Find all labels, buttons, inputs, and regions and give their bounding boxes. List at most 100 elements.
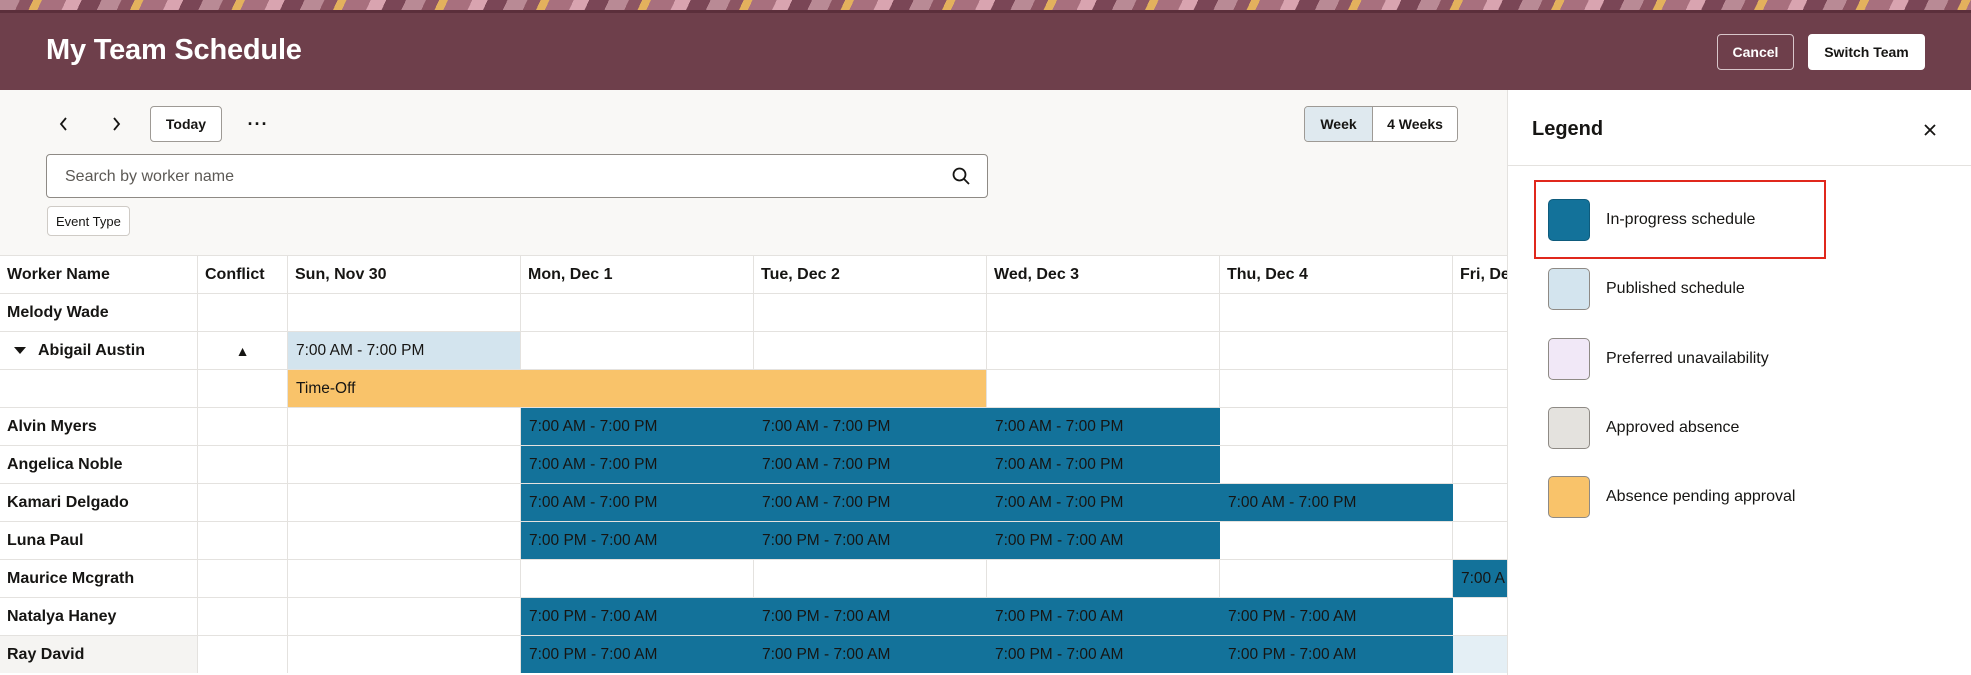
legend-swatch [1548,268,1590,310]
in-progress-shift[interactable]: 7:00 PM - 7:00 AM [521,598,754,635]
in-progress-shift[interactable]: 7:00 PM - 7:00 AM [754,522,987,559]
legend-title: Legend [1532,118,1604,140]
in-progress-shift[interactable]: 7:00 AM - 7:00 PM [754,484,987,521]
view-4weeks-button[interactable]: 4 Weeks [1373,107,1457,141]
schedule-cell[interactable] [1220,446,1453,483]
worker-name[interactable]: Natalya Haney [0,598,198,635]
column-header[interactable]: Sun, Nov 30 [288,256,521,293]
schedule-cell[interactable] [987,560,1220,597]
in-progress-shift[interactable]: 7:00 PM - 7:00 AM [521,636,754,673]
column-header[interactable]: Mon, Dec 1 [521,256,754,293]
schedule-cell[interactable] [288,408,521,445]
worker-name[interactable]: Kamari Delgado [0,484,198,521]
previous-week-button[interactable] [50,107,78,141]
in-progress-shift[interactable]: 7:00 PM - 7:00 AM [1220,598,1453,635]
page-header: My Team Schedule [0,0,1971,90]
schedule-cell[interactable] [288,446,521,483]
schedule-cell[interactable] [1220,408,1453,445]
schedule-cell[interactable] [754,560,987,597]
worker-name[interactable]: Luna Paul [0,522,198,559]
in-progress-shift[interactable]: 7:00 PM - 7:00 AM [987,598,1220,635]
in-progress-shift[interactable]: 7:00 AM - 7:00 PM [1220,484,1453,521]
schedule-cell[interactable] [1220,332,1453,369]
in-progress-shift[interactable]: 7:00 PM - 7:00 AM [521,522,754,559]
next-week-button[interactable] [102,107,130,141]
schedule-cell[interactable] [987,370,1220,407]
schedule-cell[interactable] [288,560,521,597]
schedule-cell[interactable] [521,560,754,597]
schedule-cell[interactable] [1453,484,1507,521]
in-progress-shift[interactable]: 7:00 AM - 7:00 PM [987,446,1220,483]
schedule-cell[interactable] [987,332,1220,369]
schedule-cell[interactable] [1453,522,1507,559]
schedule-cell[interactable] [1453,636,1507,673]
schedule-cell[interactable] [288,636,521,673]
schedule-cell[interactable] [1453,370,1507,407]
schedule-cell[interactable] [1453,294,1507,331]
time-off-bar[interactable]: Time-Off [288,370,987,407]
view-week-button[interactable]: Week [1305,107,1373,141]
switch-team-button[interactable]: Switch Team [1808,34,1925,70]
in-progress-shift[interactable]: 7:00 PM - 7:00 AM [754,636,987,673]
in-progress-shift[interactable]: 7:00 A [1453,560,1507,597]
column-header[interactable]: Thu, Dec 4 [1220,256,1453,293]
conflict-cell [198,294,288,331]
schedule-cell[interactable] [754,332,987,369]
in-progress-shift[interactable]: 7:00 AM - 7:00 PM [521,446,754,483]
legend-close-button[interactable] [1918,118,1942,142]
schedule-cell[interactable] [1220,560,1453,597]
conflict-cell [198,560,288,597]
column-header[interactable]: Worker Name [0,256,198,293]
in-progress-shift[interactable]: 7:00 AM - 7:00 PM [521,408,754,445]
in-progress-shift[interactable]: 7:00 AM - 7:00 PM [521,484,754,521]
search-icon[interactable] [951,166,971,186]
schedule-cell[interactable] [1220,294,1453,331]
search-input[interactable] [63,155,947,199]
schedule-cell[interactable] [288,484,521,521]
column-header[interactable]: Wed, Dec 3 [987,256,1220,293]
worker-name[interactable]: Maurice Mcgrath [0,560,198,597]
worker-name[interactable]: Angelica Noble [0,446,198,483]
in-progress-shift[interactable]: 7:00 AM - 7:00 PM [754,408,987,445]
in-progress-shift[interactable]: 7:00 PM - 7:00 AM [987,636,1220,673]
in-progress-shift[interactable]: 7:00 AM - 7:00 PM [987,484,1220,521]
legend-label: Absence pending approval [1606,488,1796,505]
worker-name[interactable]: Alvin Myers [0,408,198,445]
more-options-button[interactable]: ··· [244,110,272,138]
expand-caret-icon[interactable] [14,347,26,354]
schedule-cell[interactable] [1453,408,1507,445]
in-progress-shift[interactable]: 7:00 PM - 7:00 AM [1220,636,1453,673]
schedule-cell[interactable] [1220,522,1453,559]
conflict-warning-icon[interactable]: ▲ [198,332,288,369]
schedule-cell[interactable] [288,294,521,331]
schedule-cell[interactable] [754,294,987,331]
schedule-cell[interactable] [288,522,521,559]
schedule-cell[interactable] [1453,446,1507,483]
published-shift[interactable]: 7:00 AM - 7:00 PM [288,332,521,369]
worker-name[interactable]: Ray David [0,636,198,673]
schedule-cell[interactable] [521,332,754,369]
view-toggle: Week 4 Weeks [1304,106,1458,142]
worker-name-expandable[interactable]: Abigail Austin [0,332,198,369]
schedule-cell[interactable] [288,598,521,635]
column-header[interactable]: Conflict [198,256,288,293]
table-row: Maurice Mcgrath 7:00 A [0,559,1507,597]
schedule-cell[interactable] [1453,332,1507,369]
schedule-cell[interactable] [987,294,1220,331]
in-progress-shift[interactable]: 7:00 PM - 7:00 AM [987,522,1220,559]
cancel-button[interactable]: Cancel [1717,34,1794,70]
legend-item-published: Published schedule [1548,267,1878,311]
column-header[interactable]: Tue, Dec 2 [754,256,987,293]
today-button[interactable]: Today [150,106,222,142]
in-progress-shift[interactable]: 7:00 PM - 7:00 AM [754,598,987,635]
schedule-cell[interactable] [521,294,754,331]
column-header[interactable]: Fri, De [1453,256,1507,293]
in-progress-shift[interactable]: 7:00 AM - 7:00 PM [987,408,1220,445]
table-row: Angelica Noble 7:00 AM - 7:00 PM 7:00 AM… [0,445,1507,483]
in-progress-shift[interactable]: 7:00 AM - 7:00 PM [754,446,987,483]
schedule-cell[interactable] [1220,370,1453,407]
event-type-filter[interactable]: Event Type [47,206,130,236]
schedule-cell[interactable] [1453,598,1507,635]
worker-name[interactable]: Melody Wade [0,294,198,331]
table-row: Melody Wade [0,293,1507,331]
